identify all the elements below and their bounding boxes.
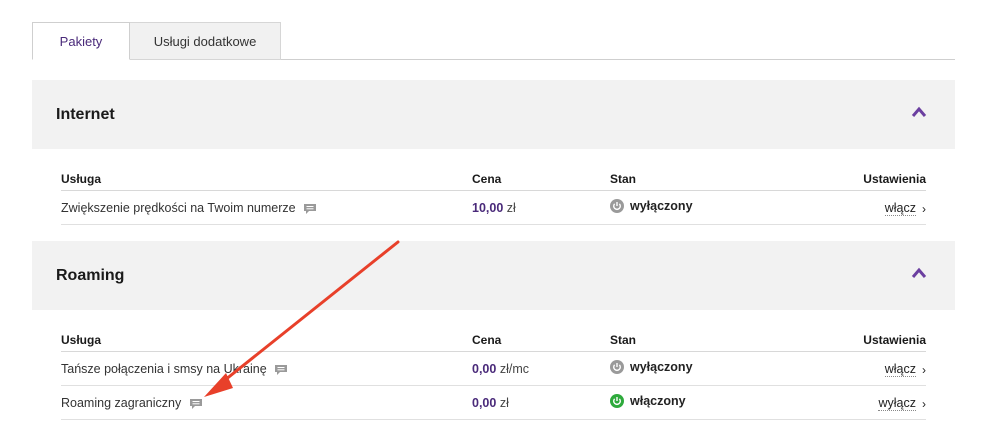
price-value: 0,00: [472, 362, 497, 376]
price-cell: 0,00 zł/mc: [472, 362, 529, 376]
toggle-link[interactable]: wyłącz: [878, 396, 916, 411]
chevron-up-icon[interactable]: [911, 106, 927, 118]
chevron-right-icon[interactable]: ›: [922, 397, 926, 411]
settings-cell: wyłącz ›: [878, 396, 926, 411]
state-cell: włączony: [610, 394, 686, 408]
services-table-roaming: Usługa Cena Stan Ustawienia Tańsze połąc…: [61, 324, 926, 420]
price-cell: 0,00 zł: [472, 396, 509, 410]
state-label: włączony: [630, 394, 686, 408]
settings-cell: włącz ›: [884, 201, 926, 216]
comment-icon[interactable]: [303, 203, 317, 215]
price-value: 0,00: [472, 396, 497, 410]
service-name: Tańsze połączenia i smsy na Ukrainę: [61, 362, 267, 376]
table-row: Tańsze połączenia i smsy na Ukrainę 0,00…: [61, 352, 926, 386]
tab-bar: Pakiety Usługi dodatkowe: [32, 22, 955, 60]
service-name-cell: Tańsze połączenia i smsy na Ukrainę: [61, 362, 288, 376]
power-on-icon: [610, 394, 624, 408]
comment-icon[interactable]: [189, 398, 203, 410]
state-cell: wyłączony: [610, 199, 693, 213]
service-name: Roaming zagraniczny: [61, 396, 182, 410]
price-value: 10,00: [472, 201, 504, 215]
power-off-icon: [610, 199, 624, 213]
chevron-right-icon[interactable]: ›: [922, 363, 926, 377]
price-unit: zł: [499, 396, 509, 410]
section-header-internet[interactable]: Internet: [32, 80, 955, 149]
section-title: Internet: [56, 106, 115, 123]
column-header-service: Usługa: [61, 333, 102, 347]
table-row: Roaming zagraniczny 0,00 zł włączony wył…: [61, 386, 926, 420]
service-name: Zwiększenie prędkości na Twoim numerze: [61, 201, 296, 215]
tab-pakiety[interactable]: Pakiety: [32, 22, 130, 60]
toggle-link[interactable]: włącz: [884, 201, 916, 216]
column-header-price: Cena: [472, 333, 502, 347]
comment-icon[interactable]: [274, 364, 288, 376]
state-label: wyłączony: [630, 360, 693, 374]
section-title: Roaming: [56, 267, 125, 284]
state-label: wyłączony: [630, 199, 693, 213]
column-header-service: Usługa: [61, 172, 102, 186]
table-header: Usługa Cena Stan Ustawienia: [61, 324, 926, 352]
services-table-internet: Usługa Cena Stan Ustawienia Zwiększenie …: [61, 163, 926, 225]
power-off-icon: [610, 360, 624, 374]
settings-cell: włącz ›: [884, 362, 926, 377]
chevron-up-icon[interactable]: [911, 267, 927, 279]
column-header-settings: Ustawienia: [863, 333, 926, 347]
section-header-roaming[interactable]: Roaming: [32, 241, 955, 310]
column-header-settings: Ustawienia: [863, 172, 926, 186]
price-cell: 10,00 zł: [472, 201, 516, 215]
tab-uslugi-dodatkowe[interactable]: Usługi dodatkowe: [130, 22, 281, 60]
table-row: Zwiększenie prędkości na Twoim numerze 1…: [61, 191, 926, 225]
toggle-link[interactable]: włącz: [884, 362, 916, 377]
table-header: Usługa Cena Stan Ustawienia: [61, 163, 926, 191]
column-header-state: Stan: [610, 333, 637, 347]
column-header-price: Cena: [472, 172, 502, 186]
chevron-right-icon[interactable]: ›: [922, 202, 926, 216]
price-unit: zł: [506, 201, 516, 215]
service-name-cell: Roaming zagraniczny: [61, 396, 203, 410]
price-unit: zł/mc: [499, 362, 529, 376]
column-header-state: Stan: [610, 172, 637, 186]
state-cell: wyłączony: [610, 360, 693, 374]
service-name-cell: Zwiększenie prędkości na Twoim numerze: [61, 201, 317, 215]
